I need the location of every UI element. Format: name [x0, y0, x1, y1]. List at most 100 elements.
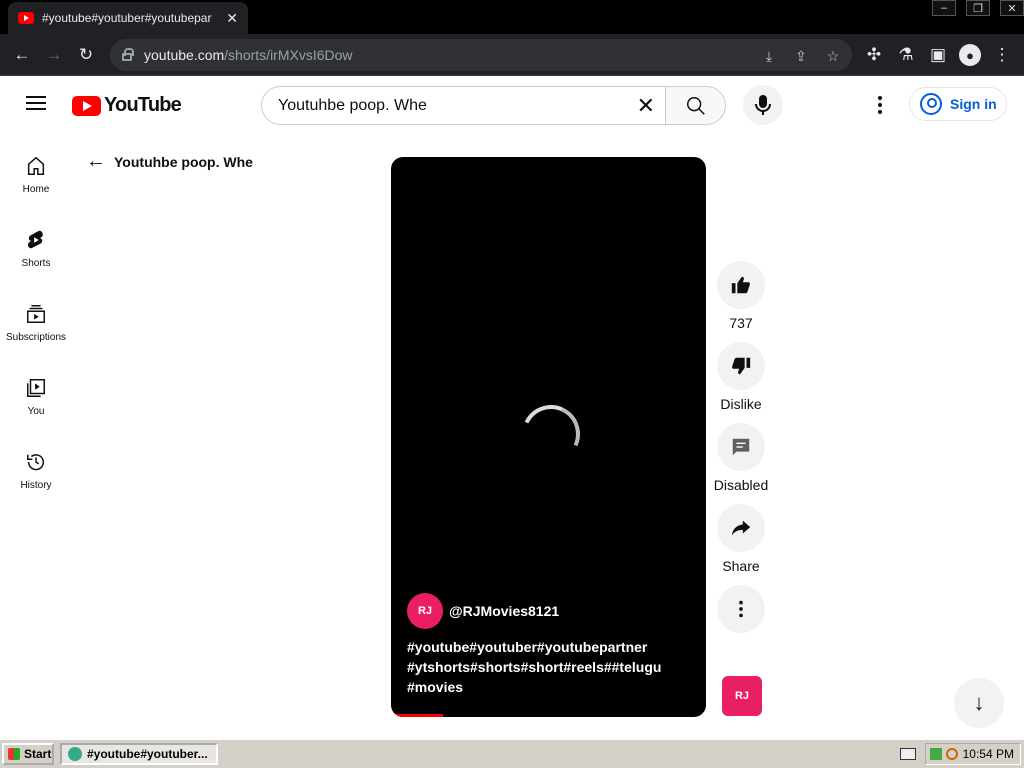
account-icon [920, 93, 942, 115]
profile-avatar-icon[interactable]: ● [959, 44, 981, 66]
guide-item-history[interactable]: History [0, 442, 72, 516]
clock[interactable]: 10:54 PM [963, 747, 1014, 761]
youtube-play-logo-icon [72, 95, 101, 116]
logo-wordmark: YouTube [104, 94, 182, 116]
start-label: Start [24, 747, 52, 761]
url-path: /shorts/irMXvsI6Dow [224, 47, 353, 63]
share-label: Share [722, 558, 760, 574]
shorts-actions: 737 Dislike Disabled Share [713, 261, 769, 642]
guide-label: Shorts [21, 258, 51, 269]
browser-tab[interactable]: #youtube#youtuber#youtubepartne ✕ [8, 2, 248, 34]
dislike-label: Dislike [720, 396, 762, 412]
restore-icon[interactable]: ❐ [966, 0, 990, 16]
more-options-button[interactable] [717, 585, 765, 633]
side-panel-icon[interactable]: ▣ [927, 44, 949, 66]
youtube-page: YouTube ✕ Sign in Home Shorts Subscripti… [0, 76, 1024, 738]
subscriptions-icon [24, 302, 48, 326]
guide-item-subscriptions[interactable]: Subscriptions [0, 294, 72, 368]
dislike-button[interactable] [717, 342, 765, 390]
window-controls: – ❐ ✕ [922, 0, 1024, 18]
windows-flag-icon [8, 748, 20, 760]
back-arrow-icon[interactable]: ← [11, 44, 33, 66]
channel-avatar[interactable]: RJ [407, 593, 443, 629]
comments-button[interactable] [717, 423, 765, 471]
share-arrow-icon [731, 520, 751, 536]
search-input[interactable] [278, 96, 618, 115]
search-tray-icon[interactable] [946, 748, 958, 760]
guide-label: Home [22, 184, 50, 195]
guide-item-you[interactable]: You [0, 368, 72, 442]
home-icon [24, 154, 48, 178]
url-host: youtube.com [144, 47, 225, 63]
shorts-icon [24, 228, 48, 252]
taskbar-window-button[interactable]: #youtube#youtuber... [60, 743, 218, 765]
extensions-icon[interactable]: ✣ [863, 44, 885, 66]
chrome-menu-icon[interactable]: ⋮ [991, 44, 1013, 66]
close-tab-icon[interactable]: ✕ [226, 10, 238, 27]
thumbs-up-icon [731, 276, 750, 294]
guide-item-shorts[interactable]: Shorts [0, 220, 72, 294]
mini-guide: Home Shorts Subscriptions You History [0, 146, 72, 516]
youtube-logo[interactable]: YouTube [72, 94, 182, 117]
guide-label: History [20, 480, 52, 491]
lock-icon [122, 48, 134, 61]
like-count: 737 [729, 315, 753, 331]
video-description: #youtube#youtuber#youtubepartner #ytshor… [407, 639, 662, 695]
microphone-icon [755, 95, 771, 115]
address-bar[interactable]: youtube.com/shorts/irMXvsI6Dow ⤓ ⇪ ☆ [110, 39, 852, 71]
install-app-icon[interactable]: ⤓ [760, 47, 778, 65]
dislike-action: Dislike [713, 342, 769, 414]
next-video-arrow-icon[interactable]: ↓ [954, 678, 1004, 728]
clear-search-icon[interactable]: ✕ [637, 95, 655, 117]
windows-taskbar: Start #youtube#youtuber... 10:54 PM [0, 738, 1024, 768]
loading-spinner-icon [513, 396, 589, 472]
youtube-favicon-icon [18, 12, 34, 24]
start-button[interactable]: Start [2, 743, 54, 765]
minimize-icon[interactable]: – [932, 0, 956, 16]
sign-in-label: Sign in [950, 96, 997, 112]
shorts-player[interactable]: RJ @RJMovies8121 #youtube#youtuber#youtu… [391, 157, 706, 717]
guide-label: Subscriptions [5, 332, 67, 343]
back-arrow-icon: ← [86, 150, 106, 172]
sign-in-button[interactable]: Sign in [909, 87, 1007, 121]
comments-action: Disabled [713, 423, 769, 495]
system-tray: 10:54 PM [925, 743, 1021, 765]
like-button[interactable] [717, 261, 765, 309]
thumbs-down-icon [732, 357, 751, 375]
forward-arrow-icon[interactable]: → [43, 44, 65, 66]
guide-label: You [27, 406, 45, 417]
settings-kebab-icon[interactable] [870, 94, 890, 116]
more-vert-icon [739, 600, 743, 618]
channel-name[interactable]: @RJMovies8121 [449, 603, 559, 619]
share-action: Share [713, 504, 769, 576]
keyboard-icon[interactable] [900, 748, 916, 760]
guide-item-home[interactable]: Home [0, 146, 72, 220]
reload-icon[interactable]: ↻ [75, 44, 97, 66]
search-icon [686, 96, 705, 115]
progress-bar[interactable] [391, 714, 443, 717]
channel-thumbnail[interactable]: RJ [722, 676, 762, 716]
voice-search-button[interactable] [743, 85, 783, 125]
menu-hamburger-icon[interactable] [26, 96, 46, 110]
browser-toolbar: ← → ↻ youtube.com/shorts/irMXvsI6Dow ⤓ ⇪… [0, 34, 1024, 76]
back-to-search[interactable]: ← Youtuhbe poop. Whe [86, 150, 253, 173]
close-window-icon[interactable]: ✕ [1000, 0, 1024, 16]
search-query-title: Youtuhbe poop. Whe [114, 153, 253, 170]
chrome-icon [68, 747, 82, 761]
tab-title: #youtube#youtuber#youtubepartne [42, 11, 212, 25]
you-icon [24, 376, 48, 400]
more-action [713, 585, 769, 633]
comments-label: Disabled [713, 477, 769, 493]
taskbar-window-label: #youtube#youtuber... [87, 747, 208, 761]
search-box: ✕ [261, 86, 666, 125]
bookmark-star-icon[interactable]: ☆ [824, 47, 842, 65]
share-button[interactable] [717, 504, 765, 552]
browser-tab-strip: #youtube#youtuber#youtubepartne ✕ – ❐ ✕ [0, 0, 1024, 34]
share-page-icon[interactable]: ⇪ [792, 47, 810, 65]
network-icon[interactable] [930, 748, 942, 760]
like-action: 737 [713, 261, 769, 333]
channel-info: RJ @RJMovies8121 [407, 593, 559, 629]
labs-flask-icon[interactable]: ⚗ [895, 44, 917, 66]
history-icon [24, 450, 48, 474]
search-button[interactable] [665, 86, 726, 125]
